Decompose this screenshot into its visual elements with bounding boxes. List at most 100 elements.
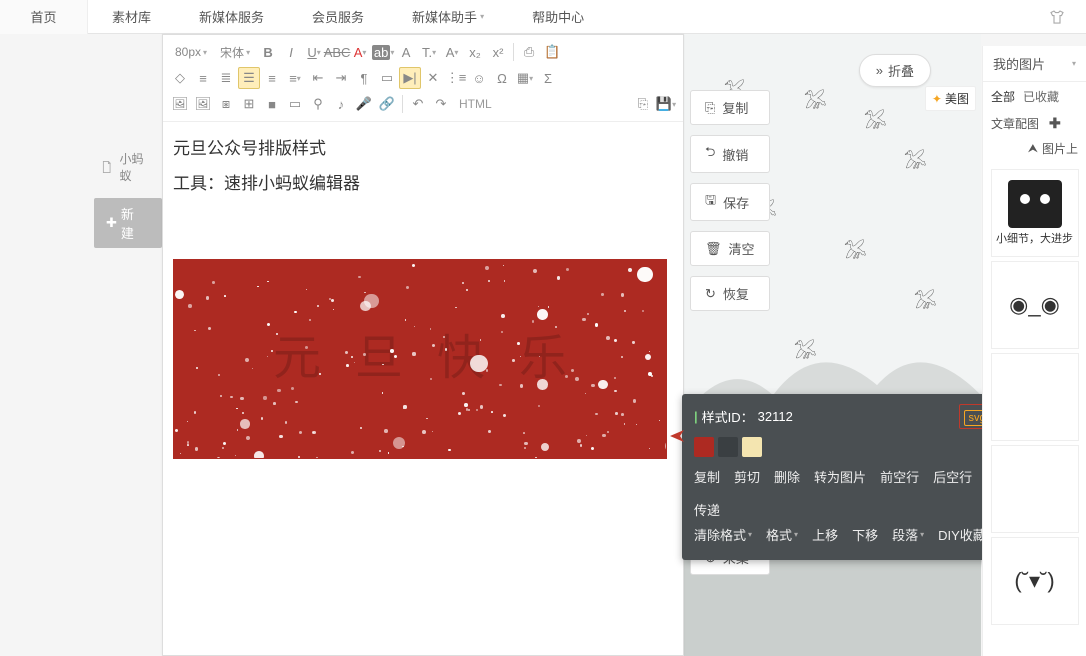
- meitu-button[interactable]: ✦ 美图: [925, 86, 976, 111]
- fold-button[interactable]: » 折叠: [859, 54, 931, 87]
- tab-article-images[interactable]: 文章配图: [991, 115, 1039, 132]
- ctx-move-down[interactable]: 下移: [852, 525, 878, 544]
- ctx-cut[interactable]: 剪切: [734, 467, 760, 486]
- align-left-button[interactable]: ≡: [192, 67, 214, 89]
- upload-button[interactable]: ⮝ 图片上: [983, 132, 1086, 165]
- wand-icon: ✦: [932, 92, 942, 106]
- editor-content[interactable]: 元旦公众号排版样式 工具：速排小蚂蚁编辑器 元 旦 快 乐: [163, 122, 683, 471]
- restore-action[interactable]: ↻恢复: [690, 276, 770, 311]
- ctx-clear-format[interactable]: 清除格式▾: [694, 525, 752, 544]
- bg-color-button[interactable]: ab▾: [372, 41, 394, 63]
- special-char-button[interactable]: Ω: [491, 67, 513, 89]
- link-button[interactable]: 🔗: [376, 93, 398, 115]
- document-item[interactable]: 小蚂蚁: [0, 146, 162, 188]
- tab-home[interactable]: 首页: [0, 0, 88, 34]
- tab-all[interactable]: 全部: [991, 88, 1015, 105]
- right-panel: 我的图片 ▾ 全部 已收藏 文章配图 ✚ ⮝ 图片上 小细节，大进步 ◉_◉ (…: [982, 46, 1086, 656]
- swatch-2[interactable]: [718, 437, 738, 457]
- ctx-paragraph[interactable]: 段落▾: [892, 525, 924, 544]
- letter-spacing-button[interactable]: A▾: [441, 41, 463, 63]
- chevron-right-icon: »: [876, 63, 883, 78]
- swatch-1[interactable]: [694, 437, 714, 457]
- copy-action[interactable]: ⎘复制: [690, 90, 770, 125]
- html-button[interactable]: HTML: [453, 93, 498, 115]
- mic-button[interactable]: 🎤: [353, 93, 375, 115]
- nav-help[interactable]: 帮助中心: [508, 0, 608, 34]
- italic-button[interactable]: I: [280, 41, 302, 63]
- font-color-button[interactable]: A▾: [349, 41, 371, 63]
- nav-materials[interactable]: 素材库: [88, 0, 175, 34]
- clear-float-button[interactable]: ✕: [422, 67, 444, 89]
- swatch-3[interactable]: [742, 437, 762, 457]
- redo-button[interactable]: ↷: [430, 93, 452, 115]
- strikethrough-button[interactable]: ABC: [326, 41, 348, 63]
- undo-action[interactable]: ⮌撤销: [690, 135, 770, 173]
- tshirt-icon[interactable]: [1048, 8, 1066, 26]
- toolbar-row-3: 🖼 🖼 ⧆ ⊞ ■ ▭ ⚲ ♪ 🎤 🔗 ↶ ↷ HTML ⎘ 💾▾: [169, 91, 677, 117]
- paste-button[interactable]: 📋: [541, 41, 563, 63]
- print-button[interactable]: ⎙: [518, 41, 540, 63]
- ctx-blank-after[interactable]: 后空行: [933, 467, 972, 486]
- superscript-button[interactable]: x²: [487, 41, 509, 63]
- right-panel-title[interactable]: 我的图片 ▾: [983, 46, 1086, 81]
- emoji-button[interactable]: ☺: [468, 67, 490, 89]
- save-button[interactable]: 💾▾: [655, 93, 677, 115]
- indent-right-button[interactable]: ⇥: [330, 67, 352, 89]
- ordered-list-button[interactable]: ⋮≡: [445, 67, 467, 89]
- image-thumb-2[interactable]: ◉_◉: [991, 261, 1079, 349]
- ctx-to-image[interactable]: 转为图片: [814, 467, 866, 486]
- clear-action[interactable]: 🗑清空: [690, 231, 770, 266]
- formula-button[interactable]: Σ: [537, 67, 559, 89]
- undo-button[interactable]: ↶: [407, 93, 429, 115]
- align-center-button[interactable]: ≣: [215, 67, 237, 89]
- eraser-button[interactable]: ◇: [169, 67, 191, 89]
- thumb-caption: 小细节，大进步: [996, 230, 1073, 246]
- ctx-transfer[interactable]: 传递: [694, 500, 720, 519]
- right-panel-tabs: 全部 已收藏: [983, 81, 1086, 111]
- image-button[interactable]: 🖼: [169, 93, 191, 115]
- ctx-diy-fav[interactable]: DIY收藏: [938, 525, 986, 544]
- align-right-button[interactable]: ≡: [261, 67, 283, 89]
- bold-button[interactable]: B: [257, 41, 279, 63]
- multi-image-button[interactable]: 🖼: [192, 93, 214, 115]
- image-thumb-5[interactable]: (˘▾˘): [991, 537, 1079, 625]
- save-action[interactable]: 🖫保存: [690, 183, 770, 221]
- nav-newmedia-service[interactable]: 新媒体服务: [175, 0, 288, 34]
- gallery-button[interactable]: ⊞: [238, 93, 260, 115]
- line-height-button[interactable]: ≡▾: [284, 67, 306, 89]
- indent-left-button[interactable]: ⇤: [307, 67, 329, 89]
- font-size-select[interactable]: 80px▾: [169, 41, 213, 63]
- font-family-select[interactable]: 宋体▾: [214, 41, 256, 63]
- upload-icon: ⮝: [1028, 141, 1038, 156]
- ctx-move-up[interactable]: 上移: [812, 525, 838, 544]
- shadow-button[interactable]: A: [395, 41, 417, 63]
- nav-newmedia-assistant[interactable]: 新媒体助手▾: [388, 0, 508, 34]
- video-button[interactable]: ■: [261, 93, 283, 115]
- pin-button[interactable]: ⚲: [307, 93, 329, 115]
- float-button[interactable]: ▶|: [399, 67, 421, 89]
- margin-button[interactable]: ▭: [376, 67, 398, 89]
- ctx-format[interactable]: 格式▾: [766, 525, 798, 544]
- tab-fav[interactable]: 已收藏: [1023, 88, 1059, 105]
- hero-banner[interactable]: 元 旦 快 乐: [173, 259, 667, 459]
- music-button[interactable]: ♪: [330, 93, 352, 115]
- para-indent-button[interactable]: ¶: [353, 67, 375, 89]
- toolbar-row-1: 80px▾ 宋体▾ B I U▾ ABC A▾ ab▾ A T.▾ A▾ x₂ …: [169, 39, 677, 65]
- card-button[interactable]: ▭: [284, 93, 306, 115]
- underline-button[interactable]: U▾: [303, 41, 325, 63]
- ctx-delete[interactable]: 删除: [774, 467, 800, 486]
- table-button[interactable]: ▦▾: [514, 67, 536, 89]
- add-category-icon[interactable]: ✚: [1049, 115, 1061, 132]
- subscript-button[interactable]: x₂: [464, 41, 486, 63]
- ctx-copy[interactable]: 复制: [694, 467, 720, 486]
- crop-button[interactable]: ⧆: [215, 93, 237, 115]
- ctx-blank-before[interactable]: 前空行: [880, 467, 919, 486]
- nav-member-service[interactable]: 会员服务: [288, 0, 388, 34]
- case-button[interactable]: T.▾: [418, 41, 440, 63]
- image-thumb-4[interactable]: [991, 445, 1079, 533]
- new-button[interactable]: ✚ 新 建: [94, 198, 162, 248]
- copy-button[interactable]: ⎘: [632, 93, 654, 115]
- image-thumb-1[interactable]: 小细节，大进步: [991, 169, 1079, 257]
- image-thumb-3[interactable]: [991, 353, 1079, 441]
- align-justify-button[interactable]: ☰: [238, 67, 260, 89]
